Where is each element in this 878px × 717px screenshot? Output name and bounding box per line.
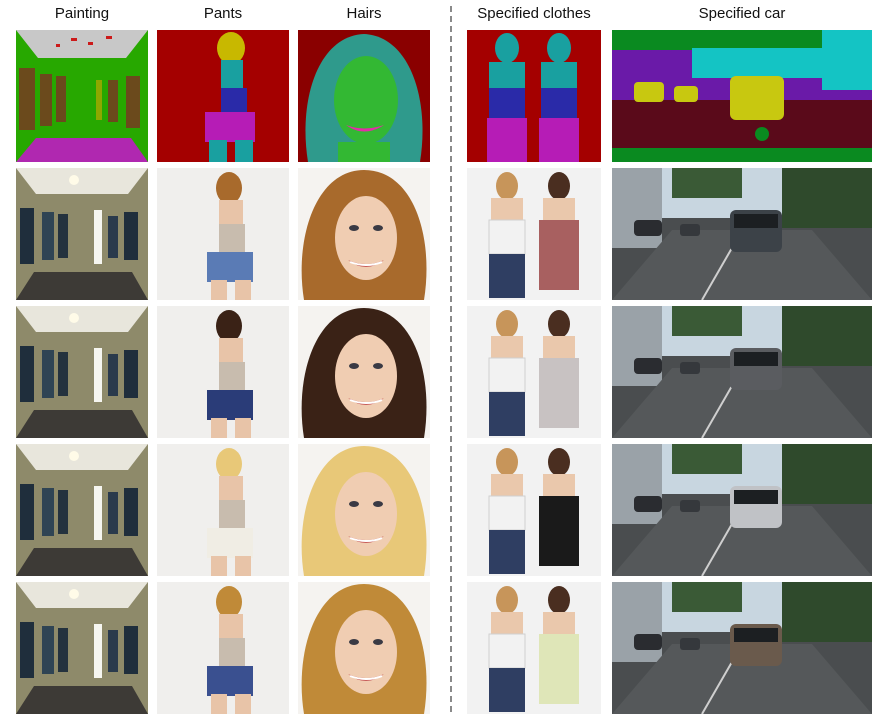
generated-image-specified_clothes-3: [467, 444, 601, 576]
generated-image-specified_car-2: [612, 306, 872, 438]
header-specified-car: Specified car: [698, 5, 786, 22]
generated-image-painting-2: [16, 306, 148, 438]
generated-image-specified_car-4: [612, 582, 872, 714]
header-hairs: Hairs: [346, 5, 382, 22]
generated-image-hairs-3: [298, 444, 430, 576]
header-painting: Painting: [54, 5, 110, 22]
generated-image-painting-4: [16, 582, 148, 714]
header-pants: Pants: [203, 5, 243, 22]
generated-image-pants-4: [157, 582, 289, 714]
segmentation-map-pants: [157, 30, 289, 162]
column-divider: [450, 6, 452, 712]
generated-image-pants-2: [157, 306, 289, 438]
generated-image-specified_clothes-2: [467, 306, 601, 438]
segmentation-map-hairs: [298, 30, 430, 162]
segmentation-map-specified_car: [612, 30, 872, 162]
generated-image-specified_car-1: [612, 168, 872, 300]
generated-image-hairs-1: [298, 168, 430, 300]
generated-image-hairs-2: [298, 306, 430, 438]
generated-image-painting-3: [16, 444, 148, 576]
generated-image-specified_clothes-4: [467, 582, 601, 714]
generated-image-painting-1: [16, 168, 148, 300]
generated-image-pants-1: [157, 168, 289, 300]
generated-image-specified_clothes-1: [467, 168, 601, 300]
generated-image-hairs-4: [298, 582, 430, 714]
generated-image-specified_car-3: [612, 444, 872, 576]
header-specified-clothes: Specified clothes: [477, 5, 591, 22]
segmentation-map-specified_clothes: [467, 30, 601, 162]
segmentation-map-painting: [16, 30, 148, 162]
generated-image-pants-3: [157, 444, 289, 576]
